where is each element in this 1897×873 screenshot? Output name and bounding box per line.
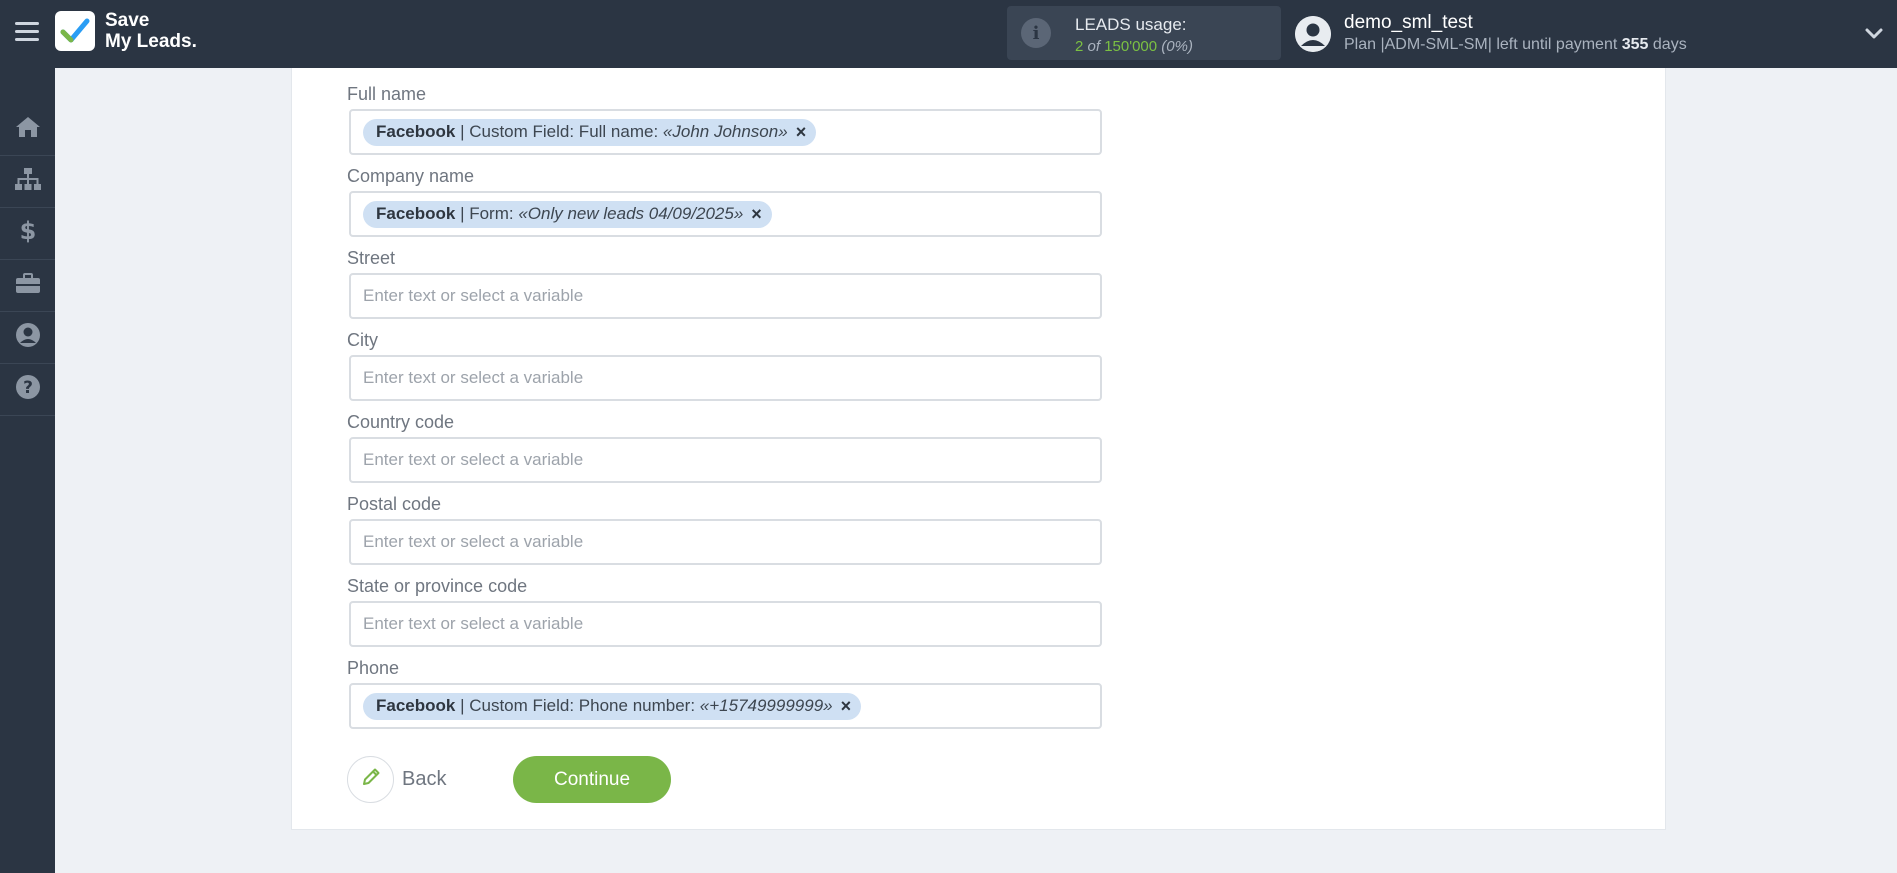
- usage-of: of: [1087, 38, 1101, 55]
- phone-field[interactable]: Facebook | Custom Field: Phone number: «…: [349, 683, 1102, 729]
- sidebar: $ ?: [0, 68, 55, 873]
- usage-used: 2: [1075, 38, 1084, 55]
- chip-source: Facebook: [376, 122, 456, 141]
- sidebar-item-connections[interactable]: [0, 156, 55, 208]
- pencil-icon: [360, 766, 382, 793]
- state-code-field[interactable]: Enter text or select a variable: [349, 601, 1102, 647]
- menu-icon[interactable]: [15, 22, 39, 42]
- plan-text: Plan |ADM-SML-SM| left until payment: [1344, 36, 1618, 53]
- field-label-phone: Phone: [347, 658, 400, 678]
- briefcase-icon: [15, 272, 41, 299]
- plan-days-word: days: [1652, 36, 1687, 53]
- state-code-placeholder: Enter text or select a variable: [363, 614, 584, 633]
- company-name-field[interactable]: Facebook | Form: «Only new leads 04/09/2…: [349, 191, 1102, 237]
- sidebar-item-profile[interactable]: [0, 312, 55, 364]
- variable-chip[interactable]: Facebook | Custom Field: Full name: «Joh…: [363, 118, 817, 146]
- back-label[interactable]: Back: [402, 768, 446, 791]
- usage-percent: (0%): [1161, 38, 1193, 55]
- info-icon: i: [1021, 18, 1051, 48]
- top-bar: Save My Leads. i LEADS usage: 2 of 150'0…: [0, 0, 1897, 68]
- plan-days-count: 355: [1621, 36, 1649, 53]
- field-label-postal-code: Postal code: [347, 494, 442, 514]
- postal-code-placeholder: Enter text or select a variable: [363, 532, 584, 551]
- field-label-country-code: Country code: [347, 412, 455, 432]
- logo-text[interactable]: Save My Leads.: [105, 10, 197, 52]
- chip-value: «+15749999999»: [699, 696, 833, 715]
- sidebar-item-billing[interactable]: $: [0, 208, 55, 260]
- variable-chip[interactable]: Facebook | Custom Field: Phone number: «…: [363, 692, 862, 720]
- user-circle-icon: [15, 322, 41, 353]
- close-icon[interactable]: ×: [841, 696, 852, 717]
- logo-line-1: Save: [105, 10, 150, 31]
- chip-text: | Form:: [455, 204, 519, 223]
- close-icon[interactable]: ×: [751, 204, 762, 225]
- chip-source: Facebook: [376, 204, 456, 223]
- field-label-city: City: [347, 330, 378, 350]
- help-icon: ?: [15, 374, 41, 405]
- sitemap-icon: [14, 167, 42, 196]
- field-label-company-name: Company name: [347, 166, 475, 186]
- field-label-state-code: State or province code: [347, 576, 528, 596]
- country-code-placeholder: Enter text or select a variable: [363, 450, 584, 469]
- avatar[interactable]: [1295, 16, 1331, 52]
- sidebar-item-help[interactable]: ?: [0, 364, 55, 416]
- svg-text:?: ?: [23, 378, 33, 398]
- home-icon: [15, 115, 41, 144]
- svg-text:$: $: [19, 218, 36, 244]
- sidebar-item-home[interactable]: [0, 104, 55, 156]
- leads-usage-panel: i LEADS usage: 2 of 150'000 (0%): [1007, 6, 1281, 60]
- sidebar-item-tools[interactable]: [0, 260, 55, 312]
- variable-chip[interactable]: Facebook | Form: «Only new leads 04/09/2…: [363, 200, 772, 228]
- usage-total: 150'000: [1104, 38, 1158, 55]
- chip-value: «John Johnson»: [662, 122, 788, 141]
- postal-code-field[interactable]: Enter text or select a variable: [349, 519, 1102, 565]
- continue-button[interactable]: Continue: [513, 756, 671, 803]
- close-icon[interactable]: ×: [796, 122, 807, 143]
- chip-value: «Only new leads 04/09/2025»: [518, 204, 744, 223]
- city-placeholder: Enter text or select a variable: [363, 368, 584, 387]
- back-button[interactable]: [347, 756, 394, 803]
- chip-text: | Custom Field: Full name:: [455, 122, 663, 141]
- chip-text: | Custom Field: Phone number:: [455, 696, 700, 715]
- field-label-full-name: Full name: [347, 84, 427, 104]
- chevron-down-icon[interactable]: [1864, 24, 1884, 44]
- logo-line-2: My Leads.: [105, 31, 197, 52]
- usage-title: LEADS usage:: [1075, 15, 1187, 34]
- user-plan: Plan |ADM-SML-SM| left until payment 355…: [1344, 36, 1687, 54]
- logo-icon[interactable]: [55, 11, 95, 51]
- chip-source: Facebook: [376, 696, 456, 715]
- street-placeholder: Enter text or select a variable: [363, 286, 584, 305]
- usage-value: 2 of 150'000 (0%): [1075, 38, 1193, 55]
- city-field[interactable]: Enter text or select a variable: [349, 355, 1102, 401]
- user-name[interactable]: demo_sml_test: [1344, 12, 1473, 34]
- country-code-field[interactable]: Enter text or select a variable: [349, 437, 1102, 483]
- full-name-field[interactable]: Facebook | Custom Field: Full name: «Joh…: [349, 109, 1102, 155]
- field-label-street: Street: [347, 248, 396, 268]
- street-field[interactable]: Enter text or select a variable: [349, 273, 1102, 319]
- dollar-icon: $: [19, 217, 37, 249]
